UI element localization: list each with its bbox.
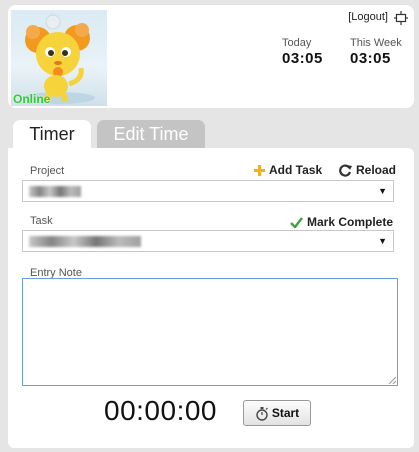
timer-display: 00:00:00 [104, 395, 217, 426]
resize-grip-icon[interactable] [388, 376, 396, 384]
today-stat: Today 03:05 [282, 37, 323, 67]
dropdown-arrow-icon: ▼ [378, 186, 387, 196]
today-value: 03:05 [282, 50, 323, 67]
week-value: 03:05 [350, 50, 391, 67]
project-select[interactable]: ▼ [22, 180, 394, 202]
add-task-label: Add Task [269, 163, 323, 177]
online-status: Online [13, 92, 51, 106]
task-select[interactable]: ▼ [22, 230, 394, 252]
tab-edit-time[interactable]: Edit Time [97, 120, 205, 149]
project-value-redacted [29, 186, 81, 197]
start-button[interactable]: Start [243, 400, 311, 426]
mark-complete-label: Mark Complete [307, 215, 394, 229]
entry-note-input[interactable] [22, 278, 398, 386]
task-value-redacted [29, 236, 141, 247]
today-label: Today [282, 37, 312, 49]
popout-window-icon[interactable] [394, 11, 408, 25]
project-label: Project [30, 165, 65, 177]
stopwatch-icon [256, 406, 268, 421]
reload-label: Reload [356, 163, 397, 177]
reload-button[interactable]: Reload [339, 163, 396, 177]
plus-icon [254, 164, 265, 176]
add-task-button[interactable]: Add Task [254, 163, 322, 177]
avatar: Online [11, 10, 107, 106]
task-label: Task [30, 215, 53, 227]
logout-link[interactable]: [Logout] [348, 11, 388, 23]
start-label: Start [271, 406, 300, 420]
checkmark-icon [290, 216, 303, 228]
week-stat: This Week 03:05 [350, 37, 402, 67]
dropdown-arrow-icon: ▼ [378, 236, 387, 246]
user-panel: Online [Logout] Today 03:05 This Week 03… [8, 5, 414, 108]
week-label: This Week [350, 37, 402, 49]
reload-icon [339, 163, 352, 177]
timer-panel: Project Add Task Reload ▼ Task Mark Comp… [8, 148, 414, 448]
tab-timer[interactable]: Timer [13, 120, 91, 149]
mark-complete-button[interactable]: Mark Complete [290, 215, 393, 229]
